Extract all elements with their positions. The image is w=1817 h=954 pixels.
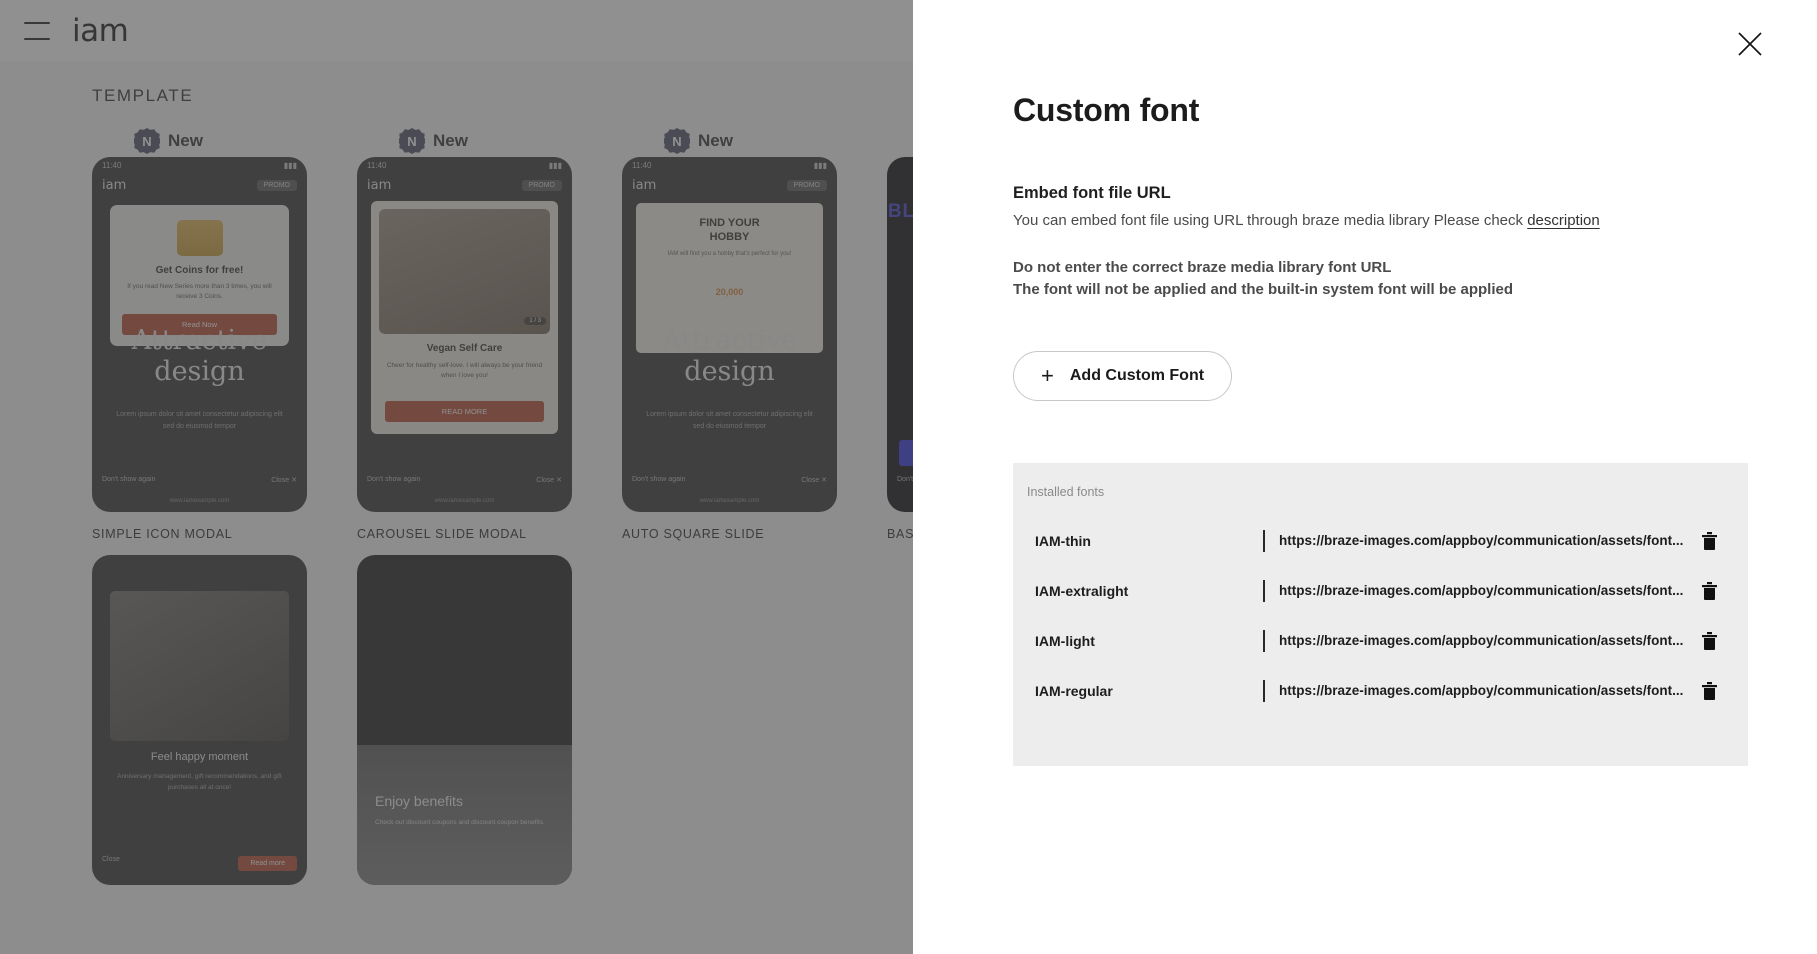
row-divider xyxy=(1263,679,1265,702)
font-url: https://braze-images.com/appboy/communic… xyxy=(1279,683,1684,698)
trash-icon[interactable] xyxy=(1696,531,1722,550)
font-url: https://braze-images.com/appboy/communic… xyxy=(1279,633,1684,648)
description-link[interactable]: description xyxy=(1527,212,1600,229)
plus-icon: + xyxy=(1041,362,1054,388)
modal-body: Custom font Embed font file URL You can … xyxy=(913,0,1817,766)
table-row[interactable]: IAM-thin https://braze-images.com/appboy… xyxy=(1013,516,1748,566)
close-icon[interactable] xyxy=(1733,27,1767,61)
row-divider xyxy=(1263,529,1265,552)
table-row[interactable]: IAM-light https://braze-images.com/appbo… xyxy=(1013,616,1748,666)
section-heading: Embed font file URL xyxy=(1013,184,1171,202)
section-description: You can embed font file using URL throug… xyxy=(1013,212,1817,229)
trash-icon[interactable] xyxy=(1696,681,1722,700)
page-title: Custom font xyxy=(1013,92,1200,128)
installed-fonts-label: Installed fonts xyxy=(1027,484,1105,499)
add-custom-font-button[interactable]: + Add Custom Font xyxy=(1013,350,1233,401)
warning-line-2: The font will not be applied and the bui… xyxy=(1013,280,1514,298)
font-name: IAM-thin xyxy=(1035,532,1091,549)
font-url: https://braze-images.com/appboy/communic… xyxy=(1279,533,1684,548)
installed-fonts-panel: Installed fonts IAM-thin https://braze-i… xyxy=(1013,462,1748,766)
font-name: IAM-extralight xyxy=(1035,582,1129,599)
row-divider xyxy=(1263,629,1265,652)
row-divider xyxy=(1263,579,1265,602)
font-name: IAM-regular xyxy=(1035,682,1113,699)
trash-icon[interactable] xyxy=(1696,631,1722,650)
warning-line-1: Do not enter the correct braze media lib… xyxy=(1013,259,1392,276)
font-name: IAM-light xyxy=(1035,632,1095,649)
trash-icon[interactable] xyxy=(1696,581,1722,600)
section-description-text: You can embed font file using URL throug… xyxy=(1013,212,1524,229)
custom-font-modal: Custom font Embed font file URL You can … xyxy=(913,0,1817,954)
table-row[interactable]: IAM-regular https://braze-images.com/app… xyxy=(1013,666,1748,716)
add-custom-font-label: Add Custom Font xyxy=(1069,366,1205,384)
warning-block: Do not enter the correct braze media lib… xyxy=(1013,257,1817,301)
font-url: https://braze-images.com/appboy/communic… xyxy=(1279,583,1684,598)
table-row[interactable]: IAM-extralight https://braze-images.com/… xyxy=(1013,566,1748,616)
